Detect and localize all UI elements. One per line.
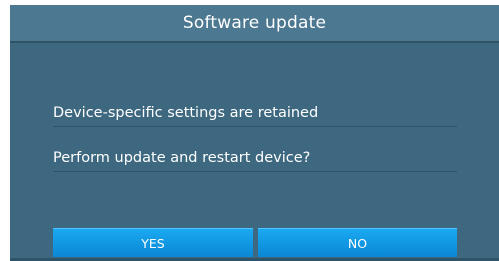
message-settings-retained: Device-specific settings are retained <box>53 100 457 127</box>
no-button[interactable]: NO <box>258 228 457 257</box>
yes-button[interactable]: YES <box>53 228 253 257</box>
message-confirm-update: Perform update and restart device? <box>53 145 457 172</box>
dialog-title: Software update <box>10 5 499 43</box>
software-update-dialog: Software update Device-specific settings… <box>10 5 499 261</box>
